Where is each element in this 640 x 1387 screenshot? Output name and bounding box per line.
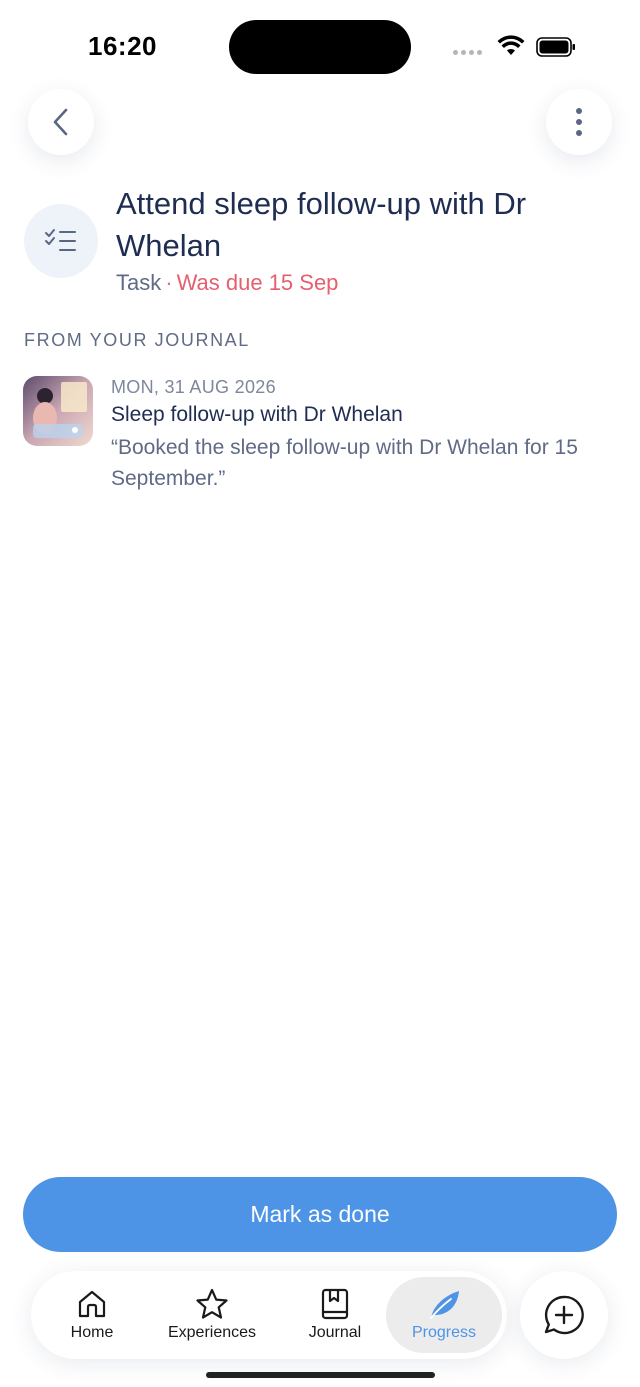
- new-chat-button[interactable]: [520, 1271, 608, 1359]
- due-status: Was due 15 Sep: [176, 270, 339, 295]
- task-type-badge: [24, 204, 98, 278]
- back-button[interactable]: [28, 89, 94, 155]
- journal-photo: [23, 376, 93, 446]
- home-indicator: [206, 1372, 435, 1378]
- section-heading-journal: FROM YOUR JOURNAL: [24, 330, 250, 350]
- cellular-signal-icon: [453, 50, 482, 55]
- tab-experiences[interactable]: Experiences: [157, 1271, 267, 1359]
- journal-entry-date: MON, 31 AUG 2026: [111, 377, 276, 397]
- dynamic-island: [229, 20, 411, 74]
- journal-entry-thumbnail[interactable]: [23, 376, 93, 446]
- task-type-label: Task: [116, 270, 162, 295]
- journal-icon: [321, 1288, 349, 1320]
- chat-plus-icon: [544, 1295, 584, 1335]
- task-meta: Task · Was due 15 Sep: [116, 270, 338, 296]
- tab-label: Journal: [308, 1324, 362, 1341]
- status-time: 16:20: [88, 31, 157, 61]
- status-bar: 16:20: [0, 0, 640, 90]
- tab-label: Progress: [411, 1324, 477, 1341]
- battery-icon: [536, 37, 575, 57]
- tab-progress[interactable]: Progress: [386, 1277, 502, 1353]
- journal-entry-title[interactable]: Sleep follow-up with Dr Whelan: [111, 403, 403, 427]
- tab-home[interactable]: Home: [49, 1271, 135, 1359]
- wifi-icon: [497, 35, 525, 55]
- leaf-icon: [430, 1291, 459, 1319]
- star-icon: [196, 1288, 228, 1319]
- tab-bar: Home Experiences Journal Progress: [31, 1271, 507, 1359]
- tab-label: Experiences: [167, 1324, 257, 1341]
- task-title: Attend sleep follow-up with Dr Whelan: [116, 186, 527, 263]
- home-icon: [78, 1290, 106, 1318]
- tab-journal[interactable]: Journal: [293, 1271, 377, 1359]
- journal-entry-quote: “Booked the sleep follow-up with Dr Whel…: [111, 436, 578, 490]
- chevron-left-icon: [53, 108, 68, 136]
- meta-separator: ·: [165, 270, 173, 295]
- more-options-button[interactable]: [546, 89, 612, 155]
- more-vertical-icon: [576, 108, 582, 136]
- mark-as-done-button[interactable]: Mark as done: [23, 1177, 617, 1252]
- tab-label: Home: [70, 1324, 114, 1341]
- checklist-icon: [45, 229, 76, 251]
